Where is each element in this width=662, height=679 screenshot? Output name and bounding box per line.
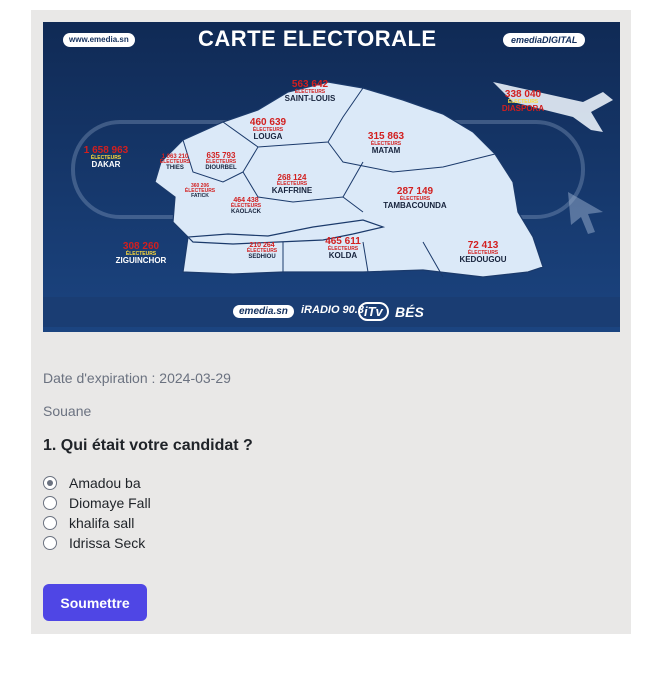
option-label: Diomaye Fall [69, 495, 151, 511]
option-label: Idrissa Seck [69, 535, 146, 551]
region-kaolack: 464 438 ÉLECTEURS KAOLACK [230, 197, 262, 215]
brand-itv: iTv [358, 302, 389, 321]
region-kedougou: 72 413 ÉLECTEURS KEDOUGOU [459, 240, 507, 264]
region-sedhiou: 210 264 ÉLECTEURS SEDHIOU [246, 242, 278, 260]
site-url: www.emedia.sn [63, 33, 135, 47]
radio-button[interactable] [43, 476, 57, 490]
region-thies: 1 063 210 ÉLECTEURS THIES [159, 154, 191, 171]
option-label: khalifa sall [69, 515, 135, 531]
brand-footer: emedia.sn iRADIO 90.3 iTv BÉS [43, 297, 620, 327]
map-graphic [43, 22, 620, 332]
options-list: Amadou ba Diomaye Fall khalifa sall Idri… [43, 473, 151, 553]
brand-emedia: emedia.sn [233, 305, 294, 318]
question-title: 1. Qui était votre candidat ? [43, 437, 253, 454]
radio-button[interactable] [43, 496, 57, 510]
region-tambacounda: 287 149 ÉLECTEURS TAMBACOUNDA [383, 186, 447, 210]
option-label: Amadou ba [69, 475, 141, 491]
poll-author: Souane [43, 403, 92, 419]
region-saint-louis: 563 642 ÉLECTEURS SAINT-LOUIS [284, 79, 336, 103]
submit-button[interactable]: Soumettre [43, 584, 147, 621]
senegal-flag-strip [43, 327, 620, 332]
electoral-map-banner: www.emedia.sn CARTE ELECTORALE emediaDIG… [43, 22, 620, 332]
region-kaffrine: 268 124 ÉLECTEURS KAFFRINE [271, 173, 313, 195]
radio-button[interactable] [43, 536, 57, 550]
brand-bes: BÉS [395, 304, 424, 320]
poll-card: www.emedia.sn CARTE ELECTORALE emediaDIG… [31, 10, 631, 634]
region-fatick: 360 206 ÉLECTEURS FATICK [184, 183, 216, 199]
region-ziguinchor: 308 260 ÉLECTEURS ZIGUINCHOR [115, 241, 167, 265]
region-louga: 460 639 ÉLECTEURS LOUGA [249, 117, 287, 141]
region-dakar: 1 658 963 ÉLECTEURS DAKAR [83, 145, 129, 169]
banner-title: CARTE ELECTORALE [198, 26, 437, 51]
expiration-date: Date d'expiration : 2024-03-29 [43, 370, 231, 386]
option-khalifa-sall[interactable]: khalifa sall [43, 513, 151, 533]
option-idrissa-seck[interactable]: Idrissa Seck [43, 533, 151, 553]
option-diomaye-fall[interactable]: Diomaye Fall [43, 493, 151, 513]
region-diaspora: 338 040 ÉLECTEURS DIASPORA [501, 89, 545, 113]
region-diourbel: 635 793 ÉLECTEURS DIOURBEL [205, 151, 237, 172]
radio-button[interactable] [43, 516, 57, 530]
option-amadou-ba[interactable]: Amadou ba [43, 473, 151, 493]
digital-badge: emediaDIGITAL [503, 33, 586, 47]
region-kolda: 465 611 ÉLECTEURS KOLDA [325, 236, 361, 260]
brand-iradio: iRADIO 90.3 [301, 304, 364, 316]
region-matam: 315 863 ÉLECTEURS MATAM [367, 131, 405, 155]
